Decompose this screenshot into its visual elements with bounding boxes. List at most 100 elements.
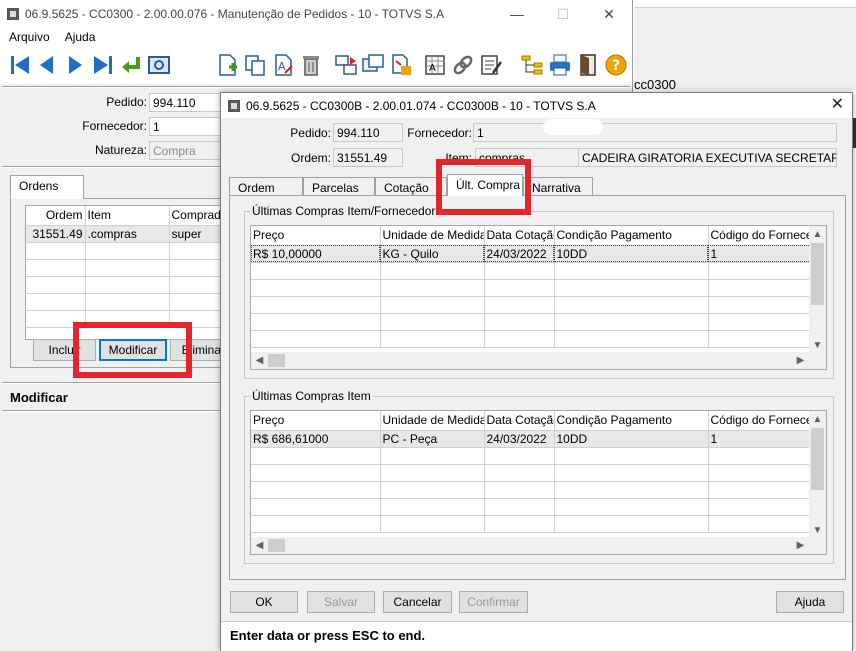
col-ordem[interactable]: Ordem — [26, 206, 86, 226]
cell-ordem: 31551.49 — [26, 225, 86, 243]
col-unidade[interactable]: Unidade de Medida — [380, 226, 485, 246]
table-row[interactable]: R$ 686,61000 PC - Peça 24/03/2022 10DD 1 — [251, 430, 826, 448]
col-data-cotacao[interactable]: Data Cotação — [484, 411, 555, 431]
dialog-window: 06.9.5625 - CC0300B - 2.00.01.074 - CC03… — [220, 92, 853, 651]
scroll-up-icon[interactable]: ▲ — [809, 411, 826, 428]
minimize-icon[interactable]: — — [494, 0, 540, 28]
close-icon[interactable]: ✕ — [831, 96, 844, 114]
group1-title: Últimas Compras Item/Fornecedor — [250, 204, 438, 218]
print-icon[interactable] — [548, 53, 572, 77]
first-record-icon[interactable] — [8, 53, 32, 77]
col-data-cotacao[interactable]: Data Cotação — [484, 226, 555, 246]
export-icon[interactable] — [389, 53, 413, 77]
tab-parcelas[interactable]: Parcelas — [303, 177, 375, 196]
col-condicao[interactable]: Condição Pagamento — [554, 226, 709, 246]
next-record-icon[interactable] — [63, 53, 87, 77]
col-item[interactable]: Item — [85, 206, 170, 226]
menu-ajuda[interactable]: Ajuda — [56, 28, 102, 44]
col-condicao[interactable]: Condição Pagamento — [554, 411, 709, 431]
salvar-button[interactable]: Salvar — [307, 591, 375, 613]
previous-record-icon[interactable] — [35, 53, 59, 77]
cell-unidade: KG - Quilo — [380, 245, 485, 263]
delete-record-icon[interactable] — [299, 53, 323, 77]
last-record-icon[interactable] — [91, 53, 115, 77]
bg-natureza-field[interactable]: Compra — [149, 141, 221, 160]
other-window: cc0300 — [634, 0, 856, 92]
scroll-thumb[interactable] — [268, 354, 285, 367]
tab-ordem[interactable]: Ordem — [229, 177, 303, 196]
ordem-field[interactable]: 31551.49 — [333, 148, 403, 167]
cancelar-button[interactable]: Cancelar — [383, 591, 452, 613]
tree-icon[interactable] — [520, 53, 544, 77]
item-desc-field[interactable]: CADEIRA GIRATORIA EXECUTIVA SECRETARIA C — [578, 148, 837, 167]
scroll-left-icon[interactable]: ◀ — [251, 352, 268, 369]
bg-fornecedor-field[interactable]: 1 — [149, 117, 221, 136]
vertical-scrollbar[interactable]: ▲ ▼ — [809, 411, 826, 539]
separator — [2, 166, 220, 168]
tab-narrativa[interactable]: Narrativa — [523, 177, 593, 196]
col-preco[interactable]: Preço — [251, 411, 381, 431]
goto-icon[interactable] — [147, 53, 171, 77]
bg-pedido-field[interactable]: 994.110 — [149, 93, 221, 112]
bg-window-title: 06.9.5625 - CC0300 - 2.00.00.076 - Manut… — [25, 7, 445, 21]
help-icon[interactable]: ? — [604, 53, 628, 77]
highlight-ult-compra-tab — [436, 159, 531, 215]
horizontal-scrollbar[interactable]: ◀ ▶ — [251, 352, 826, 369]
close-icon[interactable]: ✕ — [586, 0, 632, 28]
horizontal-scrollbar[interactable]: ◀ ▶ — [251, 537, 826, 554]
separator — [2, 410, 220, 412]
scroll-left-icon[interactable]: ◀ — [251, 537, 268, 554]
cell-data: 24/03/2022 — [484, 245, 555, 263]
windows-icon[interactable] — [361, 53, 385, 77]
pedido-field[interactable]: 994.110 — [333, 123, 403, 142]
group2-title: Últimas Compras Item — [250, 389, 373, 403]
cell-condicao: 10DD — [554, 245, 709, 263]
table-row[interactable]: 31551.49 .compras super — [26, 225, 221, 243]
edit-record-icon[interactable]: A — [271, 53, 295, 77]
scroll-right-icon[interactable]: ▶ — [792, 352, 809, 369]
ajuda-button[interactable]: Ajuda — [776, 591, 844, 613]
return-icon[interactable] — [119, 53, 143, 77]
exit-icon[interactable] — [576, 53, 600, 77]
tab-ordens[interactable]: Ordens — [10, 175, 84, 199]
link-icon[interactable] — [451, 53, 475, 77]
col-unidade[interactable]: Unidade de Medida — [380, 411, 485, 431]
svg-text:?: ? — [612, 58, 620, 74]
ok-button[interactable]: OK — [230, 591, 298, 613]
bg-pedido-label: Pedido: — [106, 95, 147, 109]
ordens-grid[interactable]: Ordem Item Comprador 31551.49 .compras s… — [25, 205, 222, 340]
scroll-up-icon[interactable]: ▲ — [809, 226, 826, 243]
scroll-thumb[interactable] — [811, 243, 824, 305]
dialog-status-text: Enter data or press ESC to end. — [230, 628, 426, 643]
scroll-right-icon[interactable]: ▶ — [792, 537, 809, 554]
scroll-thumb[interactable] — [268, 539, 285, 552]
bg-window-controls: — ☐ ✕ — [494, 0, 632, 28]
ultimas-compras-item-grid[interactable]: Preço Unidade de Medida Data Cotação Con… — [250, 410, 827, 555]
cell-unidade: PC - Peça — [380, 430, 485, 448]
scroll-thumb[interactable] — [811, 428, 824, 490]
new-record-icon[interactable] — [215, 53, 239, 77]
cell-comprador: super — [169, 225, 221, 243]
menu-bar: Arquivo Ajuda — [0, 28, 632, 48]
svg-text:A: A — [278, 60, 286, 73]
col-comprador[interactable]: Comprador — [169, 206, 221, 226]
report-icon[interactable]: A — [423, 53, 447, 77]
svg-text:A: A — [429, 63, 436, 74]
notes-icon[interactable] — [479, 53, 503, 77]
menu-arquivo[interactable]: Arquivo — [0, 28, 56, 44]
cell-condicao: 10DD — [554, 430, 709, 448]
other-window-label: cc0300 — [634, 77, 676, 92]
pedido-label: Pedido: — [290, 126, 331, 140]
ultimas-compras-fornecedor-grid[interactable]: Preço Unidade de Medida Data Cotação Con… — [250, 225, 827, 370]
group-ultimas-compras-item: Últimas Compras Item Preço Unidade de Me… — [244, 389, 834, 564]
transfer-icon[interactable] — [334, 53, 358, 77]
fornecedor-field[interactable]: 1 — [473, 123, 837, 142]
col-preco[interactable]: Preço — [251, 226, 381, 246]
copy-record-icon[interactable] — [243, 53, 267, 77]
maximize-icon[interactable]: ☐ — [540, 0, 586, 28]
vertical-scrollbar[interactable]: ▲ ▼ — [809, 226, 826, 354]
table-row[interactable]: R$ 10,00000 KG - Quilo 24/03/2022 10DD 1 — [251, 245, 826, 263]
group-ultimas-compras-fornecedor: Últimas Compras Item/Fornecedor Preço Un… — [244, 204, 834, 379]
confirmar-button[interactable]: Confirmar — [459, 591, 528, 613]
dialog-titlebar: 06.9.5625 - CC0300B - 2.00.01.074 - CC03… — [221, 93, 852, 118]
